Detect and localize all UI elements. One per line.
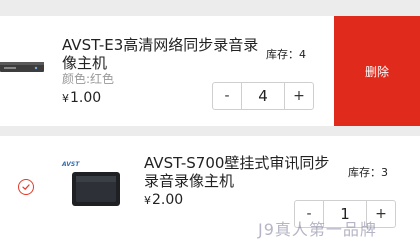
- cart-item-1-content[interactable]: AVST-E3高清网络同步录音录像主机 颜色:红色 ¥1.00 库存：4 - 4…: [0, 16, 420, 126]
- decrease-quantity-button[interactable]: -: [213, 83, 242, 109]
- product-title[interactable]: AVST-E3高清网络同步录音录像主机: [62, 36, 267, 72]
- svg-text:AVST: AVST: [61, 161, 80, 168]
- quantity-stepper: - 1 +: [294, 200, 396, 228]
- cart-page: AVST-E3高清网络同步录音录像主机 颜色:红色 ¥1.00 库存：4 - 4…: [0, 0, 420, 246]
- product-title[interactable]: AVST-S700壁挂式审讯同步录音录像主机: [144, 154, 344, 190]
- product-price: ¥1.00: [62, 90, 101, 106]
- increase-quantity-button[interactable]: +: [284, 83, 313, 109]
- price-value: 1.00: [70, 90, 102, 106]
- device-thumbnail-icon: AVST: [61, 161, 120, 206]
- stock-count: 库存：4: [266, 48, 306, 61]
- quantity-value[interactable]: 1: [324, 201, 366, 227]
- product-price: ¥2.00: [144, 192, 183, 208]
- quantity-value[interactable]: 4: [242, 83, 284, 109]
- cart-item-2-content[interactable]: AVST AVST-S700壁挂式审讯同步录音录像主机 ¥2.00 库存：3 -…: [0, 136, 420, 246]
- product-variant: 颜色:红色: [62, 72, 115, 86]
- cart-item-2: AVST AVST-S700壁挂式审讯同步录音录像主机 ¥2.00 库存：3 -…: [0, 136, 420, 246]
- product-image[interactable]: AVST: [60, 156, 124, 212]
- price-value: 2.00: [152, 192, 184, 208]
- quantity-stepper: - 4 +: [212, 82, 314, 110]
- device-thumbnail-icon: [0, 62, 44, 72]
- cart-item-1: AVST-E3高清网络同步录音录像主机 颜色:红色 ¥1.00 库存：4 - 4…: [0, 16, 420, 126]
- stock-count: 库存：3: [348, 166, 388, 179]
- delete-button[interactable]: 删除: [334, 16, 420, 126]
- checked-circle-icon[interactable]: [18, 179, 34, 195]
- currency-symbol: ¥: [62, 92, 69, 105]
- currency-symbol: ¥: [144, 194, 151, 207]
- decrease-quantity-button[interactable]: -: [295, 201, 324, 227]
- product-image[interactable]: [0, 48, 44, 82]
- increase-quantity-button[interactable]: +: [366, 201, 395, 227]
